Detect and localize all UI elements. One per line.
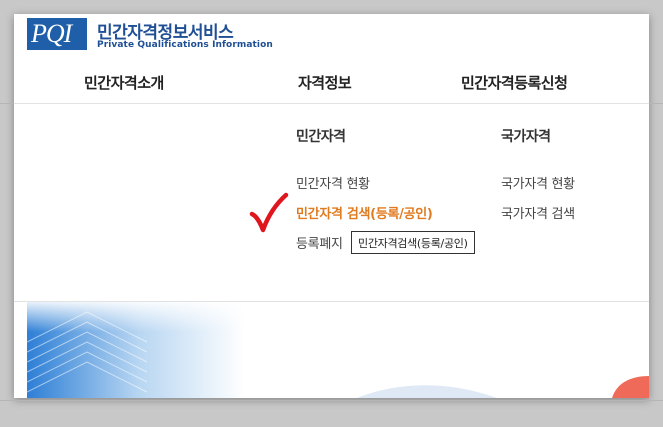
nav-item-intro[interactable]: 민간자격소개 [84, 72, 164, 93]
main-nav: 민간자격소개 자격정보 민간자격등록신청 [14, 68, 649, 102]
submenu-heading-private: 민간자격 [296, 129, 346, 145]
red-checkmark-icon [249, 192, 289, 233]
submenu-link-national-status[interactable]: 국가자격 현황 [501, 173, 575, 192]
submenu-link-national-search[interactable]: 국가자격 검색 [501, 203, 575, 222]
divider [14, 103, 649, 104]
page-window: PQI 민간자격정보서비스 Private Qualifications Inf… [14, 14, 649, 398]
nav-item-registration[interactable]: 민간자격등록신청 [461, 72, 568, 93]
banner-image [27, 302, 649, 398]
site-subtitle: Private Qualifications Information [97, 40, 273, 50]
divider [649, 103, 663, 104]
tooltip: 민간자격검색(등록/공인) [351, 231, 475, 254]
submenu-heading-national: 국가자격 [501, 129, 551, 145]
divider [0, 103, 14, 104]
divider [0, 400, 663, 401]
pqi-logo-icon: PQI [27, 18, 87, 50]
nav-item-qualification-info[interactable]: 자격정보 [298, 72, 352, 93]
submenu-link-deregistration[interactable]: 등록폐지 [296, 233, 343, 252]
submenu-link-private-status[interactable]: 민간자격 현황 [296, 173, 370, 192]
submenu-link-private-search[interactable]: 민간자격 검색(등록/공인) [296, 203, 433, 222]
